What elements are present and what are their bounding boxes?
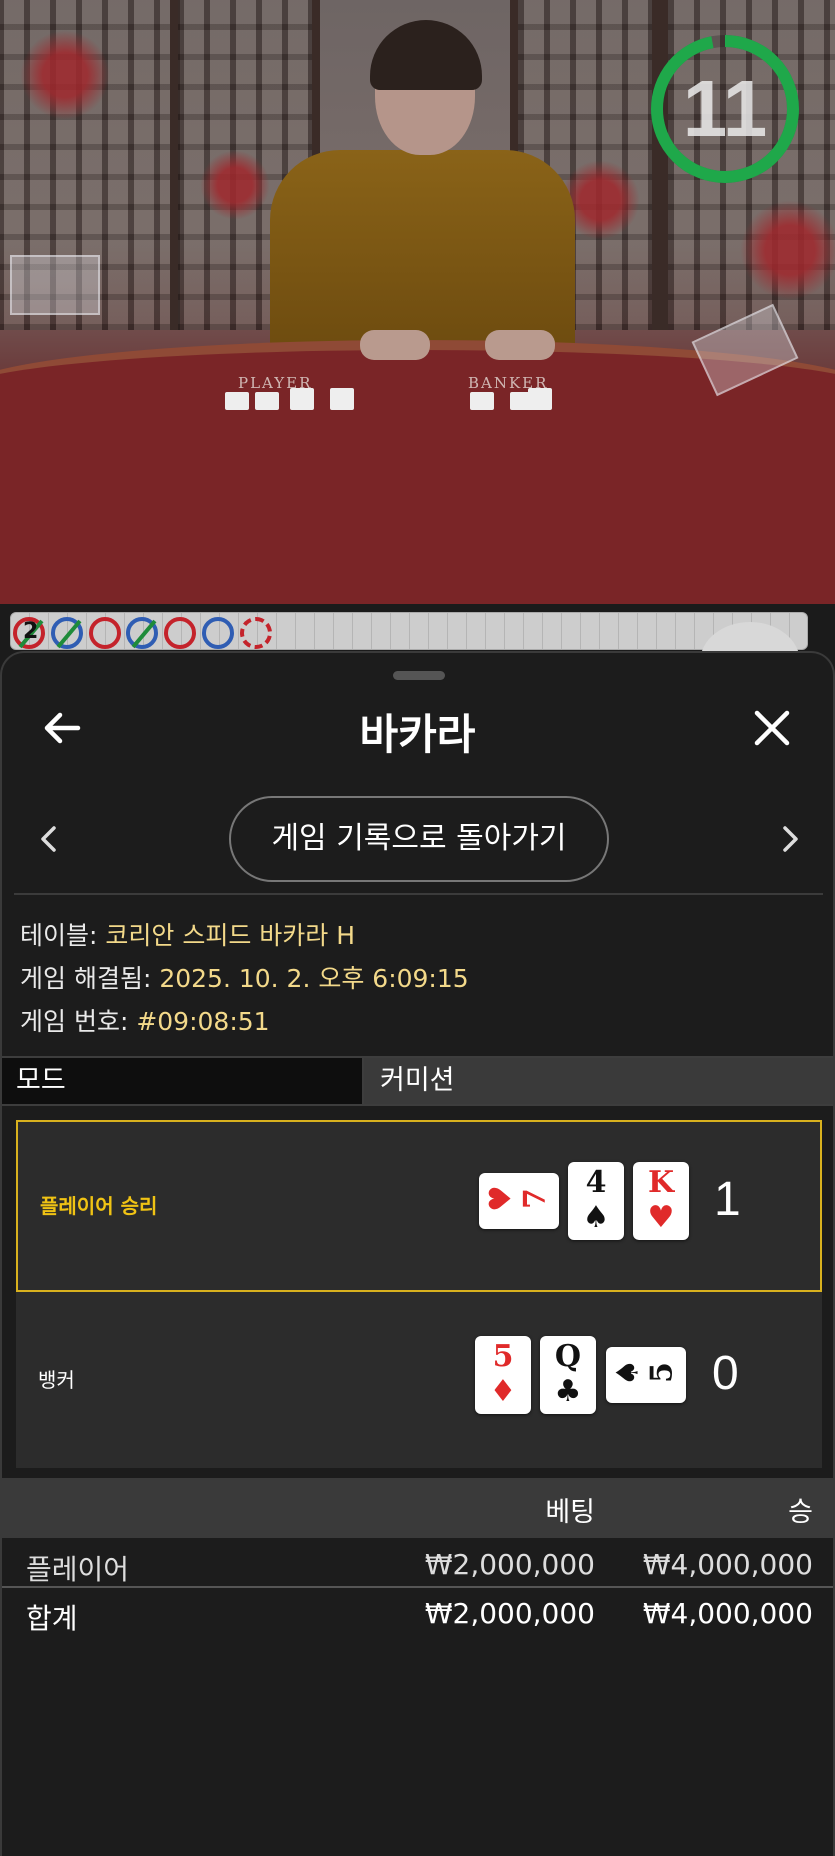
game-number-value: #09:08:51 — [136, 1007, 270, 1036]
table-info-value: 코리안 스피드 바카라 H — [105, 921, 356, 950]
bet-table-header: 베팅 승 — [2, 1478, 833, 1538]
blossom-decoration — [20, 30, 110, 120]
roadmap-banker-win-icon — [202, 617, 234, 649]
bet-type: 플레이어 — [26, 1553, 130, 1586]
previous-game-button[interactable] — [29, 814, 69, 864]
drag-handle[interactable] — [393, 671, 445, 680]
win-column-header: 승 — [788, 1497, 813, 1528]
banker-card-1: 5 ♦ — [475, 1336, 531, 1414]
dealer-hair — [370, 20, 482, 90]
player-card-1: ♥ 7 — [479, 1173, 559, 1229]
sheet-header: 바카라 — [2, 693, 833, 771]
card-rank: K — [647, 1165, 675, 1200]
card-rank: 5 — [644, 1362, 680, 1383]
discard-tray — [10, 255, 100, 315]
banker-score: 0 — [712, 1347, 739, 1400]
bead-road-strip[interactable]: 2 — [10, 612, 808, 650]
resolved-info-label: 게임 해결됨: — [20, 964, 160, 993]
player-card-3: K ♥ — [633, 1162, 689, 1240]
sheet-title: 바카라 — [359, 710, 476, 759]
timer-value: 11 — [682, 64, 768, 153]
felt-card — [470, 392, 494, 410]
dealer-body — [270, 150, 575, 355]
bet-column-header: 베팅 — [545, 1497, 595, 1528]
close-button[interactable] — [747, 703, 797, 753]
total-bet-amount: ₩2,000,000 — [424, 1597, 595, 1630]
total-label: 합계 — [26, 1602, 78, 1635]
banker-card-3: ♠ 5 — [606, 1347, 686, 1403]
banker-card-2: Q ♣ — [540, 1336, 596, 1414]
next-game-button[interactable] — [770, 814, 810, 864]
divider — [14, 893, 823, 895]
resolved-info: 게임 해결됨: 2025. 10. 2. 오후 6:09:15 — [20, 959, 469, 995]
game-number-info: 게임 번호: #09:08:51 — [20, 1002, 270, 1038]
card-rank: 7 — [517, 1188, 553, 1209]
roadmap-banker-win-icon — [51, 617, 83, 649]
total-win-amount: ₩4,000,000 — [642, 1597, 813, 1630]
card-rank: Q — [554, 1339, 582, 1374]
bet-amount: ₩2,000,000 — [424, 1548, 595, 1581]
chevron-left-icon — [41, 826, 56, 852]
roadmap-player-win-icon — [89, 617, 121, 649]
felt-card — [255, 392, 279, 410]
tab-commission[interactable]: 커미션 — [364, 1058, 833, 1104]
diamond-icon: ♦ — [489, 1374, 517, 1409]
round-results: 플레이어 승리 ♥ 7 4 ♠ K ♥ 1 뱅커 5 ♦ Q ♣ ♠ 5 0 — [16, 1120, 822, 1468]
chevron-right-icon — [783, 826, 798, 852]
countdown-timer: 11 — [650, 34, 800, 184]
live-video-feed: PLAYER BANKER 11 — [0, 0, 835, 604]
player-result-row: 플레이어 승리 ♥ 7 4 ♠ K ♥ 1 — [16, 1120, 822, 1292]
spade-icon: ♠ — [610, 1359, 646, 1386]
roadmap-next-indicator-icon — [240, 617, 272, 649]
player-result-label: 플레이어 승리 — [40, 1194, 158, 1218]
banker-result-label: 뱅커 — [38, 1368, 75, 1392]
card-rank: 5 — [492, 1339, 514, 1374]
dealer-hand — [485, 330, 555, 360]
close-icon — [754, 710, 790, 746]
total-row: 합계 ₩2,000,000 ₩4,000,000 — [2, 1589, 833, 1637]
blossom-decoration — [200, 150, 270, 220]
roadmap-banker-win-icon — [126, 617, 158, 649]
blossom-decoration — [740, 200, 835, 300]
back-to-game-history-button[interactable]: 게임 기록으로 돌아가기 — [229, 796, 609, 882]
tab-mode[interactable]: 모드 — [2, 1058, 364, 1104]
player-card-2: 4 ♠ — [568, 1162, 624, 1240]
game-history-sheet: 바카라 게임 기록으로 돌아가기 테이블: 코리안 스피드 바카라 H 게임 해… — [0, 651, 835, 1856]
heart-icon: ♥ — [647, 1200, 675, 1235]
heart-icon: ♥ — [483, 1185, 519, 1212]
roadmap-tie-count: 2 — [23, 619, 39, 644]
felt-card — [290, 388, 314, 410]
game-number-label: 게임 번호: — [20, 1007, 137, 1036]
dealer-hand — [360, 330, 430, 360]
felt-card — [225, 392, 249, 410]
felt-card — [330, 388, 354, 410]
player-score: 1 — [714, 1173, 741, 1226]
game-navigation-row: 게임 기록으로 돌아가기 — [2, 796, 833, 884]
win-amount: ₩4,000,000 — [642, 1548, 813, 1581]
roadmap-player-win-icon — [164, 617, 196, 649]
club-icon: ♣ — [554, 1374, 582, 1409]
spade-icon: ♠ — [582, 1200, 610, 1235]
table-info: 테이블: 코리안 스피드 바카라 H — [20, 916, 355, 952]
felt-card — [528, 388, 552, 410]
banker-result-row: 뱅커 5 ♦ Q ♣ ♠ 5 0 — [16, 1296, 822, 1468]
card-rank: 4 — [585, 1165, 607, 1200]
resolved-info-value: 2025. 10. 2. 오후 6:09:15 — [159, 964, 469, 993]
table-info-label: 테이블: — [20, 921, 106, 950]
table-row: 플레이어 ₩2,000,000 ₩4,000,000 — [2, 1540, 833, 1588]
mode-tabs: 모드 커미션 — [2, 1056, 833, 1106]
